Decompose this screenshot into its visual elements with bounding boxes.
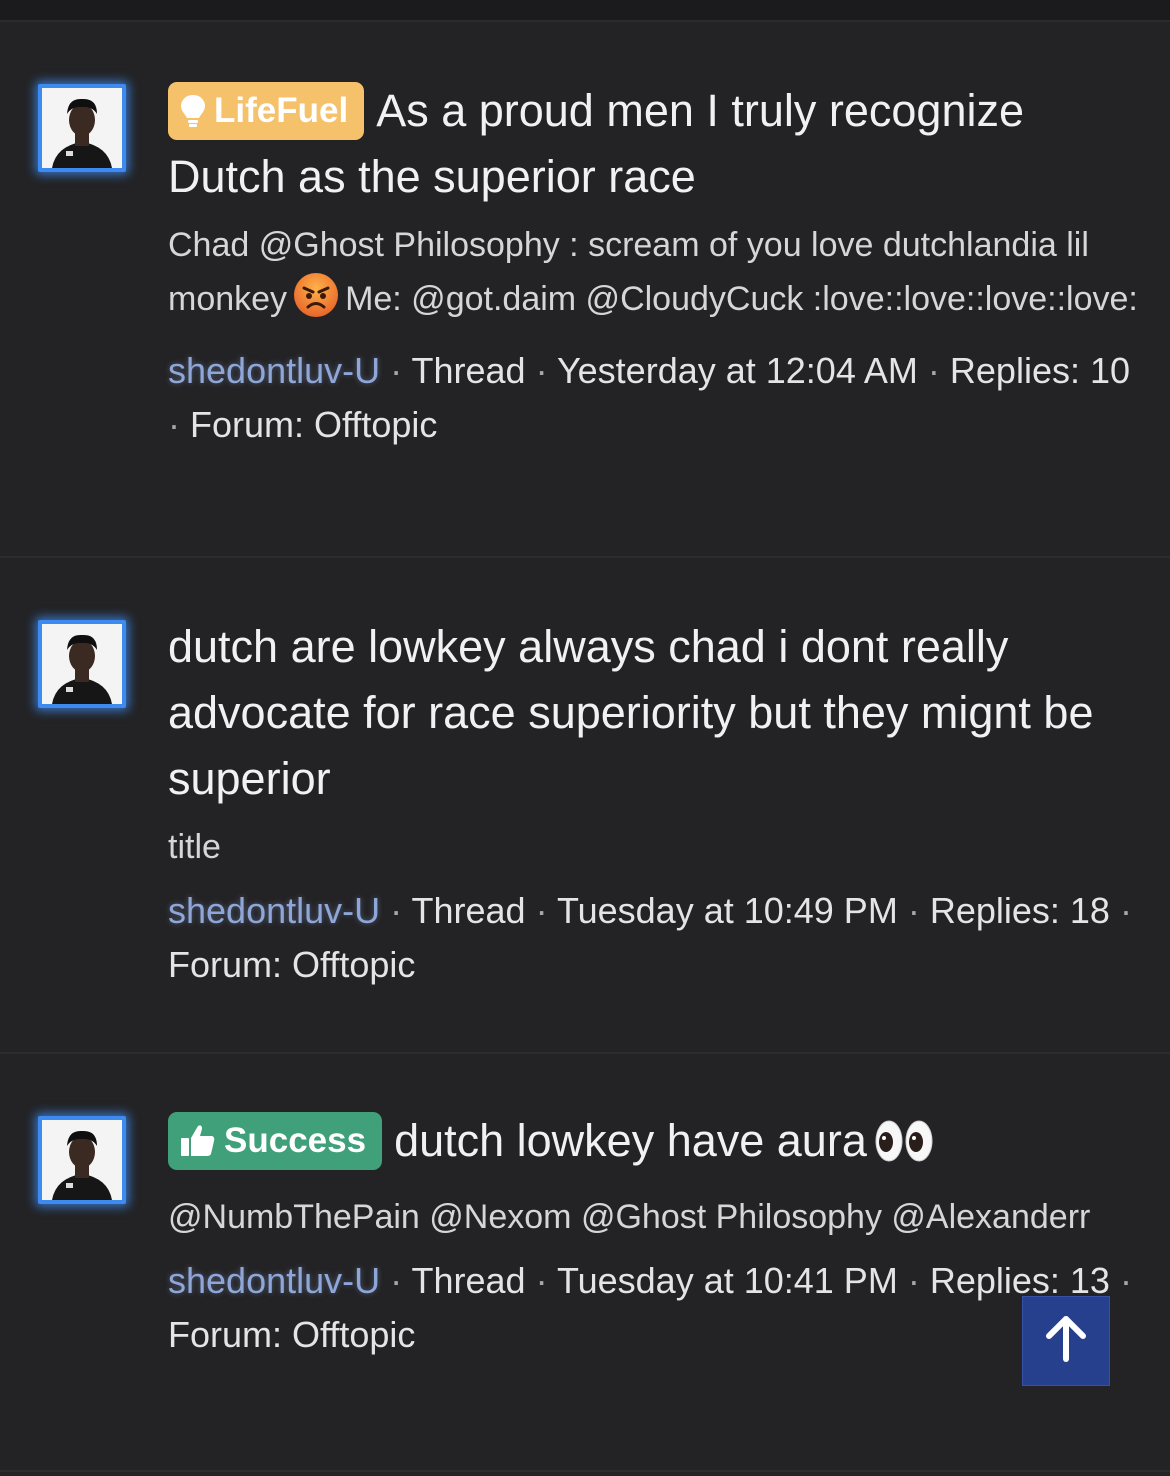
avatar[interactable] [38,84,126,172]
avatar[interactable] [38,620,126,708]
separator: · [1119,1260,1132,1301]
thread-title-text: dutch lowkey have aura [394,1115,867,1166]
thread-meta: shedontluv-U · Thread · Tuesday at 10:41… [168,1254,1138,1362]
post-date: Yesterday at 12:04 AM [556,350,918,391]
eyes-emoji [873,1116,935,1182]
separator: · [390,350,403,391]
reply-count: Replies: 10 [949,350,1131,391]
scroll-to-top-button[interactable] [1022,1296,1110,1386]
arrow-up-icon [1044,1315,1088,1368]
content-type: Thread [411,1260,526,1301]
forum-link[interactable]: Forum: Offtopic [168,944,415,985]
avatar[interactable] [38,1116,126,1204]
content-type: Thread [411,890,526,931]
separator: · [390,890,403,931]
separator: · [535,890,548,931]
forum-link[interactable]: Forum: Offtopic [168,1314,415,1355]
separator: · [390,1260,403,1301]
separator: · [927,350,940,391]
search-result: LifeFuel As a proud men I truly recognize… [0,22,1170,558]
search-result: Success dutch lowkey have aura @NumbThePa… [0,1054,1170,1472]
top-bar [0,0,1170,22]
username-link[interactable]: shedontluv-U [168,890,380,931]
user-portrait [42,88,122,168]
prefix-label: LifeFuel [214,91,349,130]
prefix-badge-lifefuel[interactable]: LifeFuel [168,82,365,140]
separator: · [168,404,180,445]
search-result: dutch are lowkey always chad i dont real… [0,558,1170,1054]
lightbulb-icon [180,88,206,146]
content-type: Thread [411,350,526,391]
thread-meta: shedontluv-U · Thread · Tuesday at 10:49… [168,884,1138,992]
reply-count: Replies: 18 [929,890,1110,931]
user-portrait [42,1120,122,1200]
thread-title-text: dutch are lowkey always chad i dont real… [168,621,1094,804]
post-snippet: title [168,828,221,866]
thread-title[interactable]: Success dutch lowkey have aura [168,1108,1138,1182]
post-date: Tuesday at 10:49 PM [556,890,898,931]
separator: · [535,1260,548,1301]
thumbs-up-icon [180,1118,216,1176]
username-link[interactable]: shedontluv-U [168,1260,380,1301]
separator: · [907,1260,920,1301]
thread-title[interactable]: LifeFuel As a proud men I truly recognize… [168,78,1138,210]
reply-count: Replies: 13 [929,1260,1110,1301]
post-snippet: @NumbThePain @Nexom @Ghost Philosophy @A… [168,1198,1091,1236]
thread-meta: shedontluv-U · Thread · Yesterday at 12:… [168,344,1138,452]
snippet-text-cont: Me: @got.daim @CloudyCuck :love::love::l… [345,280,1138,318]
prefix-label: Success [224,1121,367,1160]
separator: · [907,890,920,931]
angry-face-emoji [293,272,339,334]
prefix-badge-success[interactable]: Success [168,1112,383,1170]
username-link[interactable]: shedontluv-U [168,350,380,391]
thread-title[interactable]: dutch are lowkey always chad i dont real… [168,614,1138,812]
forum-link[interactable]: Forum: Offtopic [190,404,437,445]
search-results-page: LifeFuel As a proud men I truly recognize… [0,0,1170,1476]
post-snippet: Chad @Ghost Philosophy : scream of you l… [168,218,1138,334]
user-portrait [42,624,122,704]
post-date: Tuesday at 10:41 PM [556,1260,898,1301]
separator: · [1119,890,1132,931]
separator: · [535,350,548,391]
